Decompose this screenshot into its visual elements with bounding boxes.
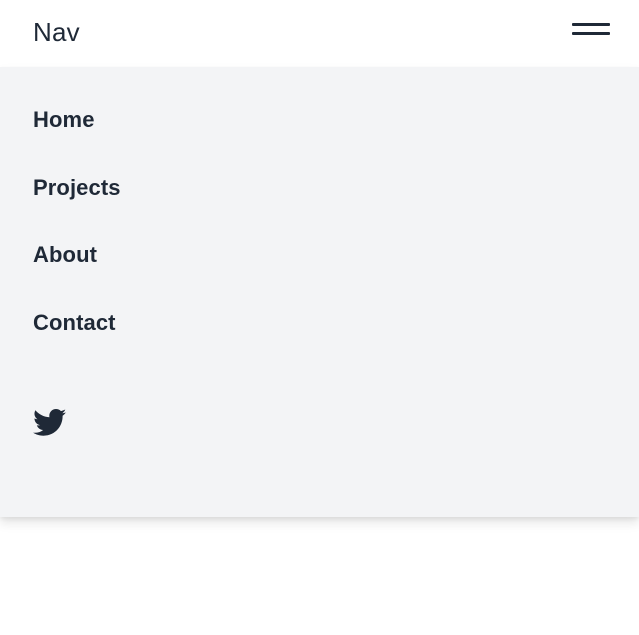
nav-item-about: About (33, 240, 121, 308)
hamburger-line-top (572, 23, 610, 26)
twitter-icon[interactable] (33, 409, 67, 439)
nav-item-home: Home (33, 105, 121, 173)
nav-item-contact: Contact (33, 308, 121, 376)
nav-link-projects[interactable]: Projects (33, 173, 121, 203)
hamburger-menu-icon[interactable] (572, 22, 610, 40)
nav-menu: Home Projects About Contact (33, 105, 121, 375)
nav-link-about[interactable]: About (33, 240, 97, 270)
nav-link-contact[interactable]: Contact (33, 308, 116, 338)
brand-title[interactable]: Nav (33, 16, 80, 48)
top-navbar: Nav (0, 0, 639, 67)
nav-item-projects: Projects (33, 173, 121, 241)
nav-link-home[interactable]: Home (33, 105, 95, 135)
nav-drawer: Home Projects About Contact (0, 67, 639, 517)
hamburger-line-bottom (572, 32, 610, 35)
